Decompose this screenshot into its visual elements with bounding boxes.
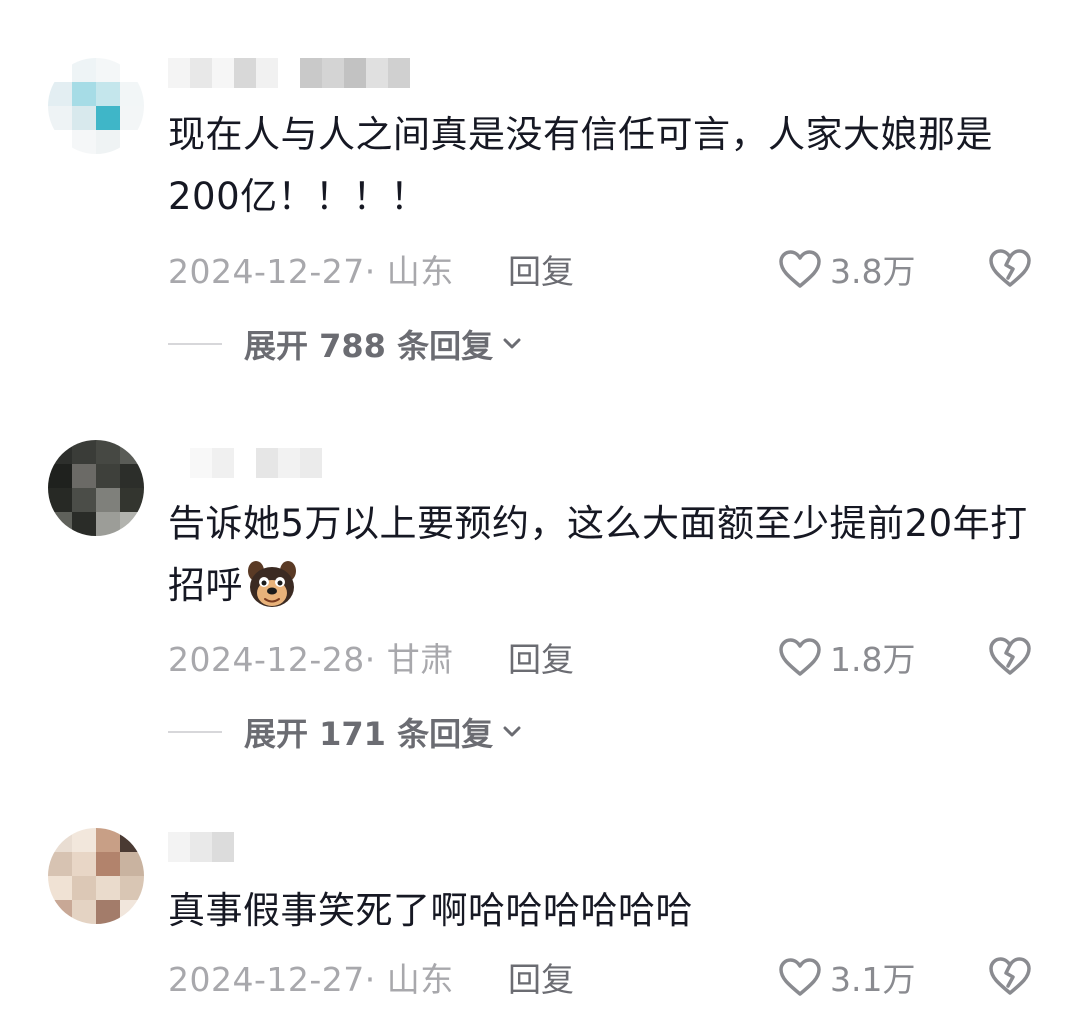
reply-button[interactable]: 回复: [508, 953, 768, 1001]
reply-button[interactable]: 回复: [508, 245, 768, 293]
dislike-button[interactable]: [988, 248, 1032, 296]
broken-heart-icon: [989, 637, 1031, 675]
comment-text: 真事假事笑死了啊哈哈哈哈哈哈: [168, 889, 693, 932]
like-button[interactable]: 1.8万: [778, 633, 915, 681]
username-blurred[interactable]: [168, 448, 322, 482]
broken-heart-icon: [989, 957, 1031, 995]
like-count: 1.8万: [830, 640, 916, 679]
comment-meta: 2024-12-28· 甘肃 回复 1.8万: [168, 632, 1048, 682]
like-button[interactable]: 3.8万: [778, 245, 915, 293]
comment-meta: 2024-12-27· 山东 回复 3.8万: [168, 244, 1048, 294]
broken-heart-icon: [989, 249, 1031, 287]
comment-text: 告诉她5万以上要预约，这么大面额至少提前20年打招呼: [168, 493, 1038, 617]
dislike-button[interactable]: [988, 636, 1032, 684]
heart-outline-icon: [779, 638, 821, 676]
expand-replies-label: 展开 788 条回复: [244, 327, 494, 365]
heart-outline-icon: [779, 250, 821, 288]
divider-line: [168, 343, 222, 345]
like-count: 3.8万: [830, 252, 916, 291]
dog-face-emoji: [248, 560, 296, 607]
expand-replies[interactable]: 展开 171 条回复: [168, 710, 523, 754]
expand-replies-label: 展开 171 条回复: [244, 715, 494, 753]
expand-replies[interactable]: 展开 788 条回复: [168, 322, 523, 366]
divider-line: [168, 731, 222, 733]
reply-button[interactable]: 回复: [508, 633, 768, 681]
username-blurred[interactable]: [168, 58, 410, 92]
chevron-down-icon: [503, 726, 521, 737]
avatar[interactable]: [48, 58, 144, 154]
chevron-down-icon: [503, 338, 521, 349]
like-button[interactable]: 3.1万: [778, 953, 915, 1001]
comment-date-location: 2024-12-27· 山东: [168, 252, 454, 291]
comment-date-location: 2024-12-28· 甘肃: [168, 640, 454, 679]
dislike-button[interactable]: [988, 956, 1032, 1004]
username-blurred[interactable]: [168, 832, 234, 866]
comment-date-location: 2024-12-27· 山东: [168, 960, 454, 999]
heart-outline-icon: [779, 958, 821, 996]
like-count: 3.1万: [830, 960, 916, 999]
comment-text: 现在人与人之间真是没有信任可言，人家大娘那是200亿！！！！: [168, 113, 993, 218]
comment-meta: 2024-12-27· 山东 回复 3.1万: [168, 952, 1048, 1002]
avatar[interactable]: [48, 828, 144, 924]
avatar[interactable]: [48, 440, 144, 536]
